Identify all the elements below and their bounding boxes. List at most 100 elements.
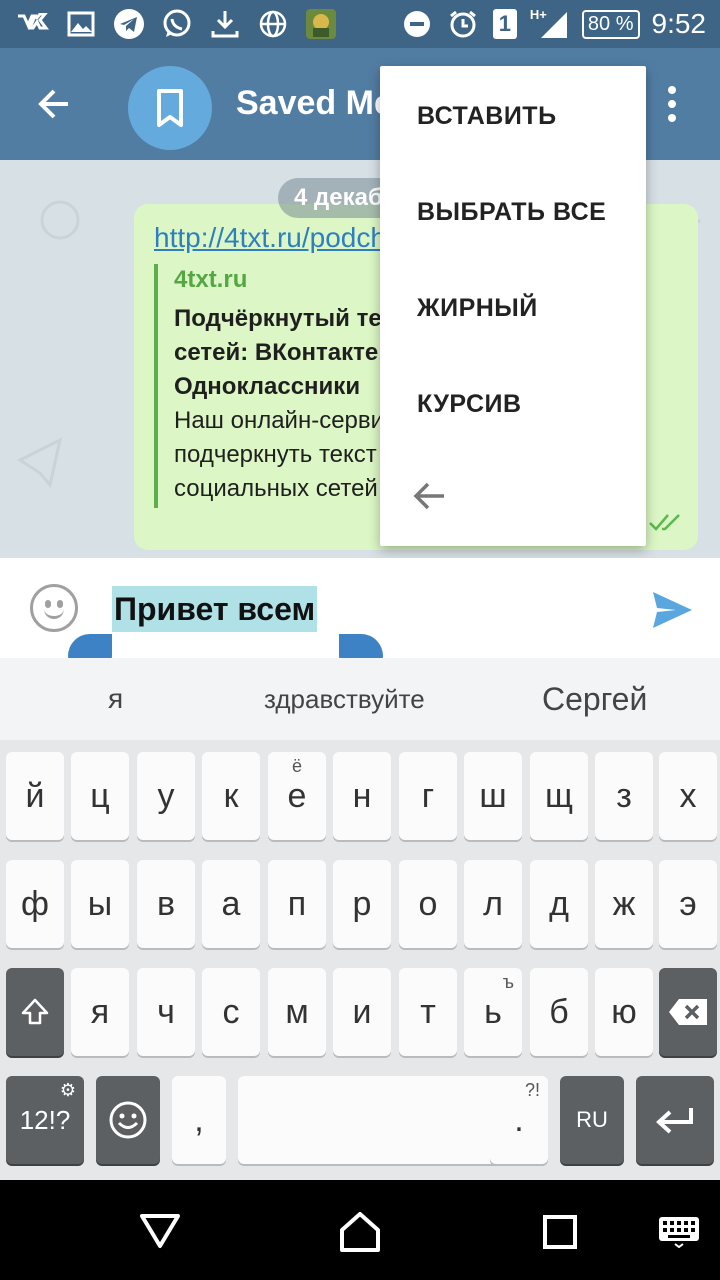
key[interactable]: э [659, 860, 717, 948]
backspace-icon [669, 999, 707, 1025]
key[interactable]: с [202, 968, 260, 1056]
suggestion-1[interactable]: я [108, 658, 123, 740]
key[interactable]: м [268, 968, 326, 1056]
key[interactable]: д [530, 860, 588, 948]
symbols-label: 12!? [19, 1104, 71, 1135]
notification-icons [16, 6, 338, 42]
key[interactable]: я [71, 968, 129, 1056]
system-icons: 1 H+ 80 % 9:52 [400, 6, 706, 42]
telegram-icon [112, 7, 146, 41]
preview-accent-bar [154, 264, 158, 508]
key[interactable]: й [6, 752, 64, 840]
message-input[interactable]: Привет всем [112, 586, 318, 632]
key[interactable]: п [268, 860, 326, 948]
key[interactable]: её [268, 752, 326, 840]
more-options-button[interactable] [660, 78, 684, 130]
download-icon [208, 7, 242, 41]
backspace-key[interactable] [659, 968, 717, 1056]
key[interactable]: н [333, 752, 391, 840]
key-label: ь [484, 992, 502, 1031]
sim-icon: 1 [492, 7, 518, 41]
enter-icon [656, 1108, 693, 1134]
key[interactable]: у [137, 752, 195, 840]
settings-icon: ⚙ [59, 1080, 76, 1100]
key[interactable]: а [202, 860, 260, 948]
nav-home-button[interactable] [338, 1210, 382, 1254]
shift-icon [21, 998, 49, 1025]
key[interactable]: ц [71, 752, 129, 840]
key[interactable]: в [137, 860, 195, 948]
arrow-left-icon [38, 89, 68, 119]
send-icon [653, 592, 692, 628]
key[interactable]: г [399, 752, 457, 840]
arrow-left-icon [413, 482, 444, 510]
language-key[interactable]: RU [560, 1076, 624, 1164]
shift-key[interactable] [6, 968, 64, 1056]
nav-recents-button[interactable] [542, 1214, 578, 1250]
suggestion-3[interactable]: Сергей [542, 658, 647, 740]
key[interactable]: т [399, 968, 457, 1056]
key[interactable]: ж [595, 860, 653, 948]
clock: 9:52 [651, 8, 707, 39]
key[interactable]: ы [71, 860, 129, 948]
menu-item-italic[interactable]: КУРСИВ [380, 356, 646, 452]
nav-keyboard-button[interactable] [658, 1216, 700, 1249]
key[interactable]: щ [530, 752, 588, 840]
back-button[interactable] [30, 78, 82, 130]
text-context-menu: ВСТАВИТЬ ВЫБРАТЬ ВСЕ ЖИРНЫЙ КУРСИВ [380, 66, 646, 546]
home-icon [340, 1212, 380, 1252]
key[interactable]: и [333, 968, 391, 1056]
globe-icon [256, 7, 290, 41]
enter-key[interactable] [636, 1076, 714, 1164]
keyboard: й ц у к её н г ш щ з х ф ы в а п р о л д… [0, 740, 720, 1180]
suggestion-2[interactable]: здравствуйте [264, 658, 425, 740]
preview-site-name: 4txt.ru [174, 266, 248, 293]
more-vertical-icon [668, 86, 676, 122]
menu-item-bold[interactable]: ЖИРНЫЙ [380, 260, 646, 356]
status-bar: 1 H+ 80 % 9:52 [0, 0, 720, 48]
key[interactable]: л [464, 860, 522, 948]
key[interactable]: к [202, 752, 260, 840]
key[interactable]: б [530, 968, 588, 1056]
key[interactable]: х [659, 752, 717, 840]
bookmark-icon [157, 89, 183, 127]
avatar[interactable] [128, 66, 212, 150]
triangle-back-icon [140, 1214, 180, 1248]
menu-back-button[interactable] [410, 476, 450, 516]
emoji-button[interactable] [30, 584, 78, 632]
send-button[interactable] [650, 588, 694, 632]
message-input-bar: Привет всем [0, 558, 720, 678]
key-label: е [287, 776, 307, 815]
signal-icon: H+ [530, 7, 570, 41]
alarm-icon [446, 7, 480, 41]
key[interactable]: р [333, 860, 391, 948]
read-checkmarks-icon [648, 512, 682, 538]
sim-number: 1 [492, 9, 517, 39]
whatsapp-icon [160, 7, 194, 41]
key[interactable]: ч [137, 968, 195, 1056]
comma-key[interactable]: , [172, 1076, 226, 1164]
menu-item-select-all[interactable]: ВЫБРАТЬ ВСЕ [380, 164, 646, 260]
recents-icon [543, 1215, 577, 1249]
nav-back-button[interactable] [138, 1210, 182, 1250]
network-type: H+ [529, 7, 547, 22]
symbols-key[interactable]: 12!? ⚙ [6, 1076, 84, 1164]
key[interactable]: ьъ [464, 968, 522, 1056]
game-icon [304, 7, 338, 41]
menu-item-paste[interactable]: ВСТАВИТЬ [380, 68, 646, 164]
key-hint: ?! [524, 1080, 540, 1100]
battery-indicator: 80 % [581, 9, 640, 39]
key[interactable]: о [399, 860, 457, 948]
emoji-icon [109, 1101, 147, 1139]
vk-icon [16, 7, 50, 41]
key[interactable]: ш [464, 752, 522, 840]
key[interactable]: ф [6, 860, 64, 948]
key[interactable]: з [595, 752, 653, 840]
key-hint: ё [291, 756, 302, 776]
key[interactable]: ю [595, 968, 653, 1056]
emoji-key[interactable] [96, 1076, 160, 1164]
navigation-bar [0, 1180, 720, 1280]
period-key[interactable]: .?! [490, 1076, 548, 1164]
image-icon [64, 7, 98, 41]
dnd-icon [400, 7, 434, 41]
